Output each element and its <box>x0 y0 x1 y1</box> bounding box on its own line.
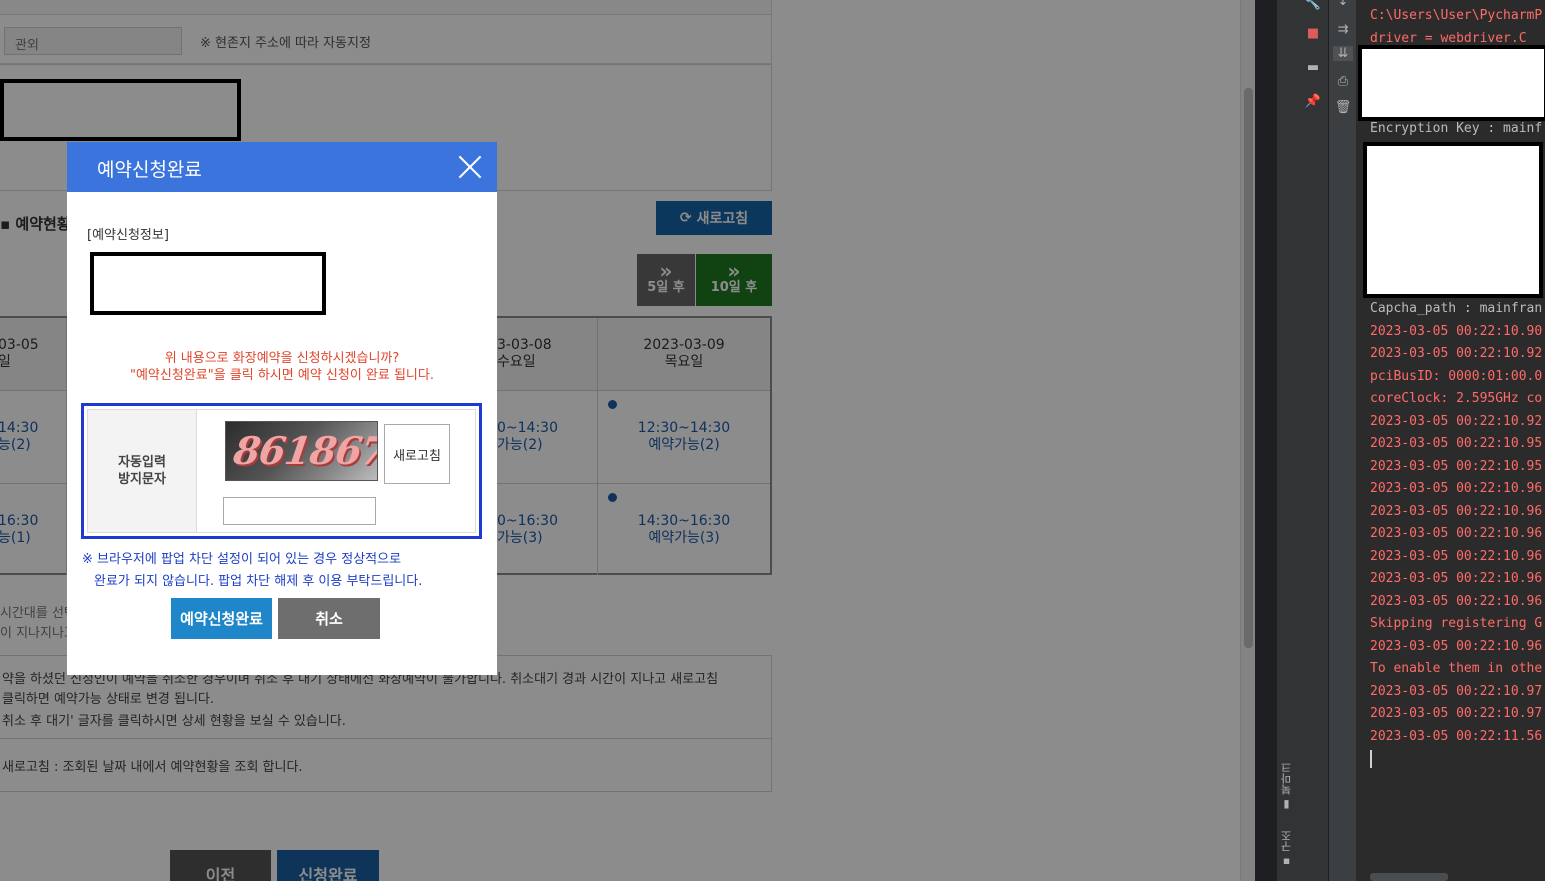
layout-icon[interactable]: ▬ <box>1303 60 1323 75</box>
console-line: pciBusID: 0000:01:00.0 <box>1370 369 1543 384</box>
console-line: 2023-03-05 00:22:10.96 <box>1370 504 1543 519</box>
arrow-down-icon[interactable]: ↓ <box>1333 0 1353 9</box>
captcha-label: 자동입력 방지문자 <box>88 410 197 532</box>
pin-icon[interactable]: 📌 <box>1303 94 1323 109</box>
redacted-box <box>1363 142 1543 298</box>
console-caret <box>1370 750 1372 768</box>
console-line: 2023-03-05 00:22:10.90 <box>1370 324 1543 339</box>
captcha-text: 861867 <box>230 428 378 473</box>
console-line: 2023-03-05 00:22:10.97 <box>1370 706 1543 721</box>
dialog-title: 예약신청완료 <box>97 159 202 181</box>
console-line: coreClock: 2.595GHz co <box>1370 391 1543 406</box>
console-line: Encryption Key : mainf <box>1370 121 1543 136</box>
reservation-info-label: [예약신청정보] <box>87 228 169 243</box>
console-toolbar: ↓ ⇉ ⇊ ⎙ 🗑 <box>1329 0 1357 881</box>
stop-icon[interactable]: ■ <box>1303 26 1323 41</box>
confirm-message: "예약신청완료"을 클릭 하시면 예약 신청이 완료 됩니다. <box>129 368 434 383</box>
cancel-button[interactable]: 취소 <box>278 598 380 639</box>
reservation-complete-dialog: 예약신청완료 [예약신청정보] 위 내용으로 화장예약을 신청하시겠습니까? "… <box>67 142 497 675</box>
console-line: Capcha_path : mainfran <box>1370 301 1543 316</box>
popup-block-note: ※ 브라우저에 팝업 차단 설정이 되어 있는 경우 정상적으로 <box>82 552 402 567</box>
structure-tab[interactable]: ▪ 구조 <box>1279 830 1295 869</box>
ide-edge-strip <box>1255 0 1277 881</box>
console-line: 2023-03-05 00:22:10.97 <box>1370 684 1543 699</box>
redacted-box <box>1358 45 1545 121</box>
console-line: 2023-03-05 00:22:10.92 <box>1370 346 1543 361</box>
captcha-inner: 자동입력 방지문자 861867 새로고침 <box>87 409 476 533</box>
console-line: 2023-03-05 00:22:10.95 <box>1370 459 1543 474</box>
dialog-header: 예약신청완료 <box>67 142 497 192</box>
popup-block-note: 완료가 되지 않습니다. 팝업 차단 해제 후 이용 부탁드립니다. <box>94 574 423 589</box>
close-icon[interactable] <box>457 154 483 180</box>
ide-side-toolbar: 🔧 ■ ▬ 📌 <box>1277 0 1329 881</box>
submit-reservation-button[interactable]: 예약신청완료 <box>171 598 272 639</box>
captcha-image: 861867 <box>225 421 378 481</box>
console-line: C:\Users\User\PycharmP <box>1370 8 1543 23</box>
console-line: 2023-03-05 00:22:10.92 <box>1370 414 1543 429</box>
console-line: driver = webdriver.C <box>1370 31 1527 46</box>
console-line: 2023-03-05 00:22:11.56 <box>1370 729 1543 744</box>
console-line: 2023-03-05 00:22:10.96 <box>1370 594 1543 609</box>
console-output[interactable]: C:\Users\User\PycharmP driver = webdrive… <box>1358 0 1545 881</box>
captcha-refresh-button[interactable]: 새로고침 <box>384 424 450 484</box>
captcha-box: 자동입력 방지문자 861867 새로고침 <box>81 403 482 539</box>
console-line: 2023-03-05 00:22:10.96 <box>1370 571 1543 586</box>
scroll-to-end-icon[interactable]: ⇊ <box>1333 46 1353 61</box>
captcha-input[interactable] <box>223 497 376 525</box>
console-line: 2023-03-05 00:22:10.96 <box>1370 549 1543 564</box>
console-line: To enable them in othe <box>1370 661 1543 676</box>
soft-wrap-icon[interactable]: ⇉ <box>1333 22 1353 37</box>
print-icon[interactable]: ⎙ <box>1333 74 1353 89</box>
console-line: Skipping registering G <box>1370 616 1543 631</box>
console-line: 2023-03-05 00:22:10.95 <box>1370 436 1543 451</box>
console-hscroll[interactable] <box>1370 873 1448 881</box>
console-line: 2023-03-05 00:22:10.96 <box>1370 526 1543 541</box>
console-line: 2023-03-05 00:22:10.96 <box>1370 639 1543 654</box>
redacted-box <box>90 252 326 315</box>
console-line: 2023-03-05 00:22:10.96 <box>1370 481 1543 496</box>
trash-icon[interactable]: 🗑 <box>1333 100 1353 115</box>
wrench-icon[interactable]: 🔧 <box>1303 0 1323 11</box>
bookmarks-tab[interactable]: ▮ 북마크 <box>1279 762 1295 812</box>
